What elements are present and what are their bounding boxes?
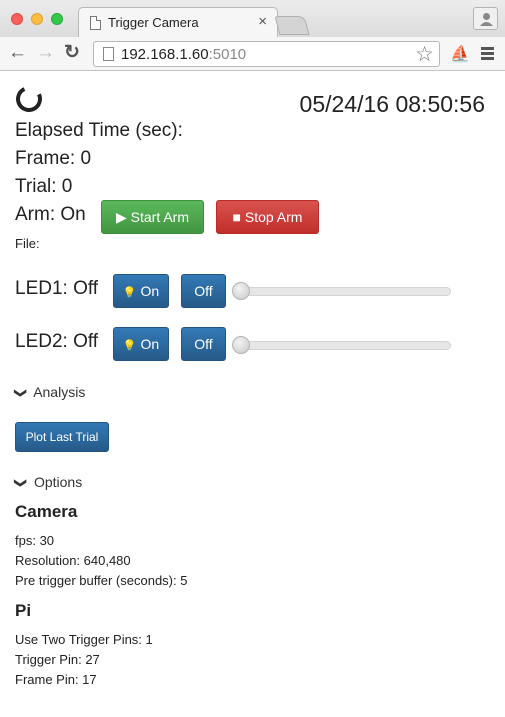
stop-arm-button[interactable]: ■ Stop Arm xyxy=(216,200,319,234)
close-window-button[interactable] xyxy=(11,13,23,25)
profile-button[interactable] xyxy=(473,7,498,30)
led2-off-button[interactable]: Off xyxy=(181,327,226,361)
analysis-toggle[interactable]: ❯ Analysis xyxy=(14,384,85,400)
address-bar[interactable]: 192.168.1.60:5010 ☆ xyxy=(93,41,440,67)
forward-arrow-icon[interactable]: → xyxy=(36,42,55,64)
browser-toolbar: ← → ↻ 192.168.1.60:5010 ☆ xyxy=(0,37,505,71)
page-icon xyxy=(103,47,114,61)
options-toggle[interactable]: ❯ Options xyxy=(14,474,82,490)
led2-slider-handle[interactable] xyxy=(232,336,250,354)
camera-heading: Camera xyxy=(15,502,78,521)
start-arm-button[interactable]: ▶ Start Arm xyxy=(101,200,204,234)
tab-title: Trigger Camera xyxy=(108,15,199,30)
elapsed-time: Elapsed Time (sec): xyxy=(15,120,183,141)
url-text[interactable]: 192.168.1.60:5010 xyxy=(121,46,246,63)
new-tab-button[interactable] xyxy=(274,16,310,35)
led1-status: LED1: Off xyxy=(15,278,99,299)
led2-on-button[interactable]: 💡 On xyxy=(113,327,169,361)
chevron-down-icon: ❯ xyxy=(14,387,29,399)
minimize-window-button[interactable] xyxy=(31,13,43,25)
play-icon: ▶ xyxy=(115,209,127,225)
camera-fps: fps: 30 xyxy=(15,533,55,548)
browser-tab[interactable]: Trigger Camera × xyxy=(78,7,278,37)
pi-frame-pin: Frame Pin: 17 xyxy=(15,672,97,687)
profile-icon xyxy=(480,13,493,26)
page-icon xyxy=(90,16,101,30)
reload-icon[interactable]: ↻ xyxy=(64,42,80,64)
back-arrow-icon[interactable]: ← xyxy=(8,42,27,64)
lightbulb-icon: 💡 xyxy=(122,287,137,299)
led2-slider[interactable] xyxy=(232,336,451,354)
menu-icon[interactable] xyxy=(481,47,494,62)
pi-trigger-pin: Trigger Pin: 27 xyxy=(15,652,100,667)
close-tab-icon[interactable]: × xyxy=(258,13,267,30)
led1-slider[interactable] xyxy=(232,282,451,300)
pi-two-trigger-pins: Use Two Trigger Pins: 1 xyxy=(15,632,153,647)
zoom-window-button[interactable] xyxy=(51,13,63,25)
extension-icon[interactable]: ⛵ xyxy=(450,44,470,64)
window-titlebar: Trigger Camera × xyxy=(0,0,505,37)
datetime: 05/24/16 08:50:56 xyxy=(299,91,485,117)
file-label: File: xyxy=(15,236,40,251)
lightbulb-icon: 💡 xyxy=(122,340,137,352)
bookmark-star-icon[interactable]: ☆ xyxy=(415,42,434,67)
arm-status: Arm: On xyxy=(15,204,86,225)
led1-off-button[interactable]: Off xyxy=(181,274,226,308)
chevron-down-icon: ❯ xyxy=(14,477,29,489)
pi-heading: Pi xyxy=(15,601,32,620)
trial-count: Trial: 0 xyxy=(15,176,73,197)
frame-count: Frame: 0 xyxy=(15,148,92,169)
led2-status: LED2: Off xyxy=(15,331,99,352)
plot-last-trial-button[interactable]: Plot Last Trial xyxy=(15,422,109,452)
camera-pre-trigger-buffer: Pre trigger buffer (seconds): 5 xyxy=(15,573,188,588)
camera-resolution: Resolution: 640,480 xyxy=(15,553,131,568)
loading-spinner-icon xyxy=(12,82,46,116)
led1-slider-handle[interactable] xyxy=(232,282,250,300)
led1-on-button[interactable]: 💡 On xyxy=(113,274,169,308)
stop-icon: ■ xyxy=(232,209,241,225)
